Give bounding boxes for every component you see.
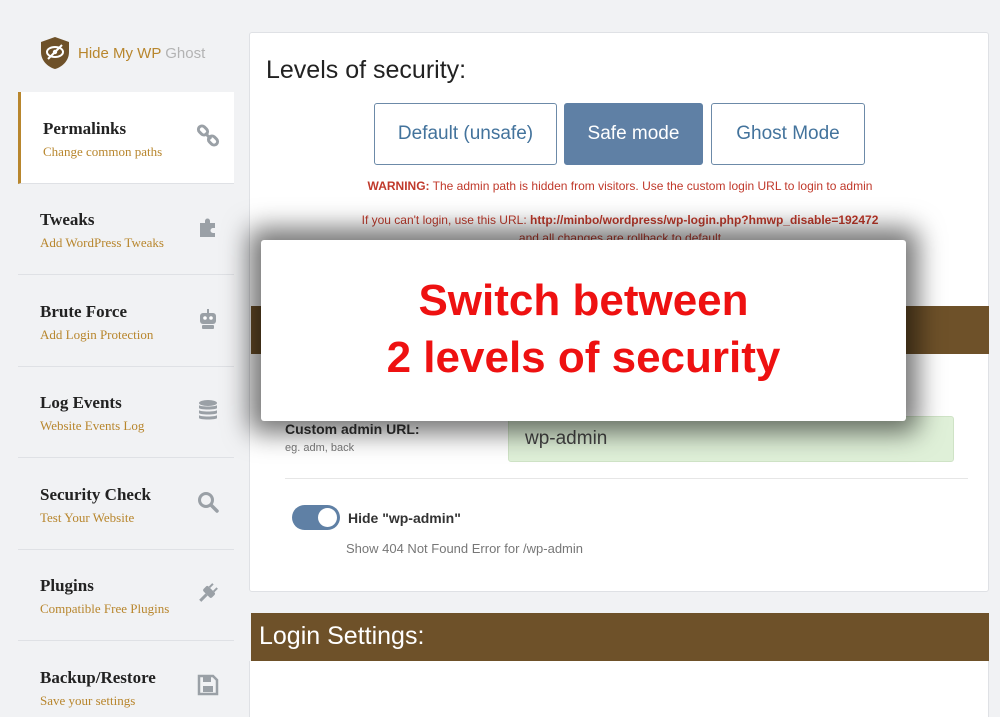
sidebar-item-title: Tweaks — [40, 210, 95, 229]
login-url-message: If you can't login, use this URL: http:/… — [250, 213, 990, 227]
brand[interactable]: Hide My WP Ghost — [40, 36, 205, 70]
login-url-link[interactable]: http://minbo/wordpress/wp-login.php?hmwp… — [530, 213, 878, 227]
robot-icon — [200, 309, 216, 329]
link-icon — [196, 124, 220, 147]
sidebar-item-plugins[interactable]: Plugins Compatible Free Plugins — [18, 549, 234, 641]
login-url-prefix: If you can't login, use this URL: — [361, 213, 527, 227]
hide-wp-admin-description: Show 404 Not Found Error for /wp-admin — [346, 541, 583, 556]
sidebar-item-title: Plugins — [40, 576, 94, 595]
default-mode-button[interactable]: Default (unsafe) — [374, 103, 557, 165]
sidebar-item-tweaks[interactable]: Tweaks Add WordPress Tweaks — [18, 183, 234, 275]
login-settings-title: Login Settings: — [259, 622, 425, 650]
warning-message: WARNING: The admin path is hidden from v… — [250, 179, 990, 193]
divider — [285, 478, 968, 479]
ghost-mode-button[interactable]: Ghost Mode — [711, 103, 865, 165]
sidebar-item-title: Log Events — [40, 393, 122, 412]
callout-line-1: Switch between — [418, 276, 749, 325]
puzzle-icon — [200, 218, 215, 237]
sidebar-item-subtitle: Website Events Log — [40, 418, 145, 433]
sidebar-item-backup-restore[interactable]: Backup/Restore Save your settings — [18, 641, 234, 717]
custom-admin-url-label: Custom admin URL: — [285, 421, 420, 437]
sidebar-item-subtitle: Change common paths — [43, 144, 163, 159]
sidebar-item-subtitle: Test Your Website — [40, 510, 135, 525]
warning-label: WARNING: — [367, 179, 430, 193]
sidebar-item-title: Permalinks — [43, 119, 127, 138]
sidebar-item-permalinks[interactable]: Permalinks Change common paths — [18, 92, 234, 184]
callout-line-2: 2 levels of security — [386, 333, 781, 382]
sidebar-item-subtitle: Add Login Protection — [40, 327, 154, 342]
sidebar: Hide My WP Ghost Permalinks Change commo… — [0, 0, 234, 717]
brand-name: Hide My WP Ghost — [78, 44, 206, 62]
sidebar-item-subtitle: Save your settings — [40, 693, 136, 708]
shield-logo-icon — [41, 37, 69, 69]
database-icon — [199, 400, 217, 420]
sidebar-item-subtitle: Add WordPress Tweaks — [40, 235, 164, 250]
warning-text: The admin path is hidden from visitors. … — [432, 179, 873, 193]
sidebar-item-subtitle: Compatible Free Plugins — [40, 601, 170, 616]
callout-overlay — [261, 240, 906, 421]
custom-admin-url-hint: eg. adm, back — [285, 442, 355, 454]
toggle-knob — [318, 508, 337, 527]
sidebar-item-title: Security Check — [40, 485, 151, 504]
sidebar-item-security-check[interactable]: Security Check Test Your Website — [18, 458, 234, 550]
hide-wp-admin-label: Hide "wp-admin" — [348, 510, 461, 526]
search-icon — [198, 492, 219, 513]
plug-icon — [199, 583, 218, 602]
save-icon — [197, 674, 219, 696]
sidebar-item-log-events[interactable]: Log Events Website Events Log — [18, 366, 234, 458]
levels-title: Levels of security: — [266, 56, 467, 84]
login-settings-body — [249, 661, 989, 717]
sidebar-item-title: Backup/Restore — [40, 668, 156, 687]
safe-mode-button[interactable]: Safe mode — [564, 103, 703, 165]
sidebar-item-brute-force[interactable]: Brute Force Add Login Protection — [18, 275, 234, 367]
custom-admin-url-input[interactable]: wp-admin — [508, 416, 954, 462]
sidebar-item-title: Brute Force — [40, 302, 128, 321]
hide-wp-admin-toggle[interactable] — [292, 505, 340, 530]
